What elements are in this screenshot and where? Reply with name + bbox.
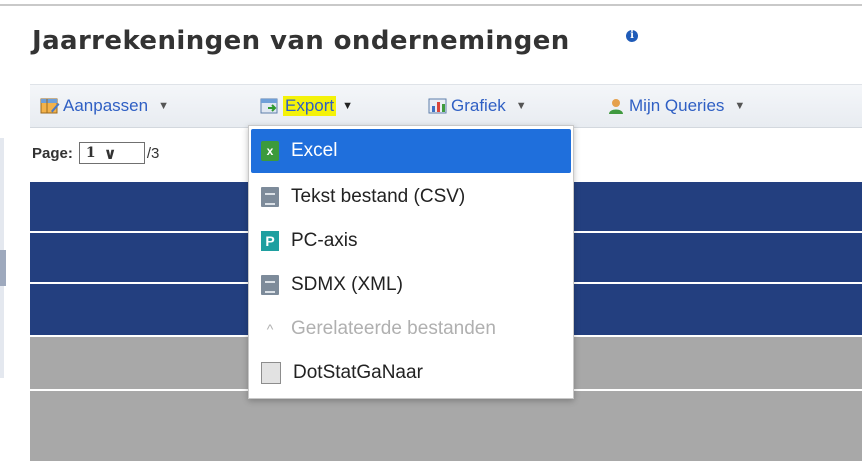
menu-item-related-files: ^ Gerelateerde bestanden <box>251 307 571 351</box>
side-panel-handle[interactable] <box>0 250 6 286</box>
chart-label: Grafiek <box>451 96 506 115</box>
chevron-down-icon: ▼ <box>734 100 746 112</box>
chevron-down-icon: ▼ <box>158 100 169 112</box>
chevron-down-icon: ∨ <box>103 143 117 163</box>
info-icon[interactable]: i <box>626 30 638 42</box>
chart-button[interactable]: Grafiek ▼ <box>428 94 527 118</box>
pager: Page: 1 ∨ /3 <box>32 142 159 164</box>
pc-axis-icon: P <box>261 231 279 251</box>
page-total: /3 <box>146 144 160 162</box>
page-title: Jaarrekeningen van ondernemingen <box>32 26 570 56</box>
menu-item-dotstat[interactable]: DotStatGaNaar <box>251 351 571 395</box>
table-edit-icon <box>40 97 60 115</box>
menu-item-label: PC-axis <box>291 230 358 251</box>
page-current: 1 <box>85 145 96 161</box>
xml-file-icon <box>261 275 279 295</box>
menu-item-label: SDMX (XML) <box>291 274 403 295</box>
customize-button[interactable]: Aanpassen ▼ <box>40 94 169 118</box>
menu-item-label: Gerelateerde bestanden <box>291 318 496 339</box>
excel-icon: x <box>261 141 279 161</box>
menu-item-pc-axis[interactable]: P PC-axis <box>251 219 571 263</box>
my-queries-label: Mijn Queries <box>629 96 725 115</box>
pager-label: Page: <box>32 144 73 162</box>
menu-item-label: DotStatGaNaar <box>293 362 423 383</box>
chevron-down-icon: ▼ <box>515 100 527 112</box>
my-queries-button[interactable]: Mijn Queries ▼ <box>606 94 745 118</box>
table-row <box>30 391 862 461</box>
menu-item-sdmx[interactable]: SDMX (XML) <box>251 263 571 307</box>
menu-item-excel[interactable]: x Excel <box>251 129 571 173</box>
chart-icon <box>428 97 448 115</box>
text-file-icon <box>261 187 279 207</box>
export-icon <box>260 97 280 115</box>
dotstat-icon <box>261 362 281 384</box>
export-label: Export <box>283 96 337 116</box>
top-divider <box>0 4 862 6</box>
menu-item-csv[interactable]: Tekst bestand (CSV) <box>251 175 571 219</box>
menu-item-label: Excel <box>291 140 338 161</box>
user-icon <box>606 97 626 115</box>
page-select[interactable]: 1 ∨ <box>78 142 145 164</box>
toolbar: Aanpassen ▼ Export ▼ Grafiek ▼ Mijn Quer… <box>30 84 862 128</box>
customize-label: Aanpassen <box>63 96 149 115</box>
chevron-down-icon: ▼ <box>342 100 354 112</box>
export-button[interactable]: Export ▼ <box>260 94 353 118</box>
export-menu: x Excel Tekst bestand (CSV) P PC-axis SD… <box>248 125 574 399</box>
menu-item-label: Tekst bestand (CSV) <box>291 186 466 207</box>
chevron-up-icon: ^ <box>266 321 274 337</box>
